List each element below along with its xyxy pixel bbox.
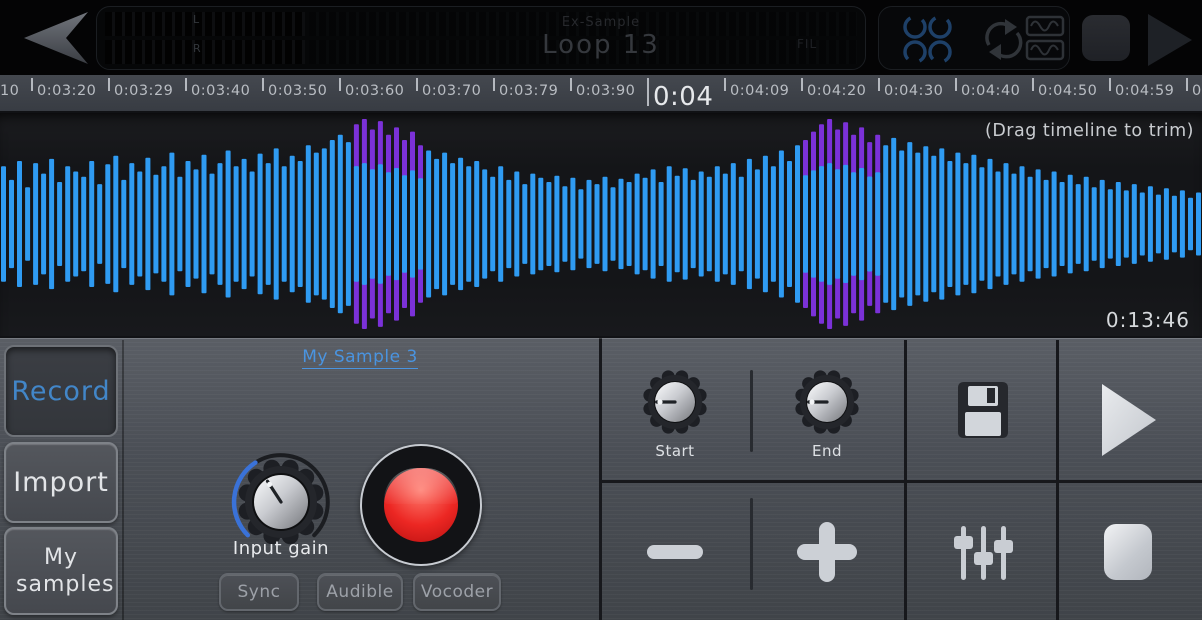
record-button-gloss xyxy=(384,468,458,504)
trim-start-knob[interactable] xyxy=(637,364,713,440)
mode-icons xyxy=(879,7,1069,69)
mixer-faders-icon[interactable] xyxy=(949,520,1017,586)
top-bar: L R Ex-Sample Loop 13 FIL xyxy=(0,0,1202,75)
trim-start-label: Start xyxy=(625,442,725,460)
trim-end-knob[interactable] xyxy=(789,364,865,440)
my-samples-tab-label: My samples xyxy=(16,544,106,599)
vocoder-label: Vocoder xyxy=(421,582,493,602)
import-tab-label: Import xyxy=(13,467,109,498)
timeline-ruler[interactable]: 0:03:100:03:200:03:290:03:400:03:500:03:… xyxy=(0,75,1202,113)
dual-waveform-icon[interactable] xyxy=(1027,17,1063,59)
record-tab-button[interactable]: Record xyxy=(4,345,118,437)
play-icon[interactable] xyxy=(1100,382,1158,458)
record-tab-label: Record xyxy=(11,376,110,407)
divider xyxy=(122,340,124,620)
control-panel: Record Import My samples My Sample 3 Inp… xyxy=(0,336,1202,620)
waveform-panel: (Drag timeline to trim) 0:13:46 xyxy=(0,113,1202,336)
minus-button[interactable] xyxy=(647,545,703,559)
waveform-bars xyxy=(1,119,1201,329)
audible-toggle-button[interactable]: Audible xyxy=(317,573,403,611)
trim-end-label: End xyxy=(777,442,877,460)
mode-icon-box xyxy=(878,6,1070,70)
track-subtitle: Ex-Sample xyxy=(501,15,701,30)
level-meter-left xyxy=(105,12,305,36)
waveform-display xyxy=(0,113,1202,336)
record-button[interactable] xyxy=(360,444,482,566)
divider xyxy=(599,338,602,620)
sample-editor-screen: L R Ex-Sample Loop 13 FIL xyxy=(0,0,1202,620)
my-samples-tab-button[interactable]: My samples xyxy=(4,527,118,615)
duration-label: 0:13:46 xyxy=(1106,308,1190,332)
track-title: Loop 13 xyxy=(501,30,701,60)
input-gain-label: Input gain xyxy=(196,538,366,559)
audible-label: Audible xyxy=(326,582,393,602)
loop-icon[interactable] xyxy=(987,19,1021,60)
channel-left-label: L xyxy=(193,13,199,26)
plus-button[interactable] xyxy=(797,522,857,582)
divider xyxy=(601,480,1202,483)
import-tab-button[interactable]: Import xyxy=(4,442,118,523)
vocoder-toggle-button[interactable]: Vocoder xyxy=(413,573,501,611)
track-title-box: L R Ex-Sample Loop 13 FIL xyxy=(96,6,866,70)
sync-label: Sync xyxy=(238,582,281,602)
trim-hint-label: (Drag timeline to trim) xyxy=(985,121,1194,141)
transport-play-button[interactable] xyxy=(1146,12,1196,68)
back-icon[interactable] xyxy=(10,6,90,70)
sample-name-link[interactable]: My Sample 3 xyxy=(260,347,460,367)
level-meter-right xyxy=(105,40,305,64)
transport-stop-button[interactable] xyxy=(1082,15,1130,61)
stop-icon[interactable] xyxy=(1104,524,1152,580)
corner-text: FIL xyxy=(797,37,817,51)
divider xyxy=(750,370,753,452)
quad-pads-icon[interactable] xyxy=(901,13,954,66)
save-icon[interactable] xyxy=(954,380,1012,440)
sync-toggle-button[interactable]: Sync xyxy=(219,573,299,611)
channel-right-label: R xyxy=(193,42,201,55)
divider xyxy=(750,498,753,590)
